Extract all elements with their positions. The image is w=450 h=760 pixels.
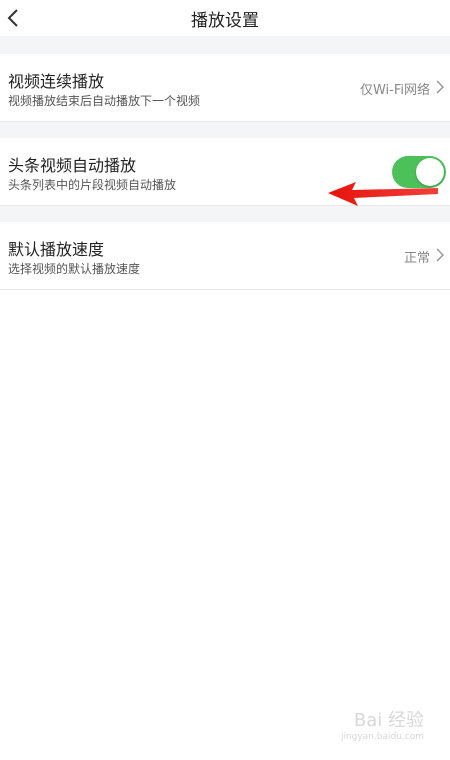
- setting-value: 仅Wi-Fi网络: [359, 83, 430, 98]
- setting-title: 头条视频自动播放: [8, 156, 137, 175]
- setting-subtitle: 头条列表中的片段视频自动播放: [8, 178, 177, 192]
- header-bar: 播放设置: [0, 0, 450, 36]
- watermark-brand: Bai 经验: [353, 710, 424, 731]
- setting-value: 正常: [403, 251, 430, 266]
- watermark-url: jingyan.baidu.com: [340, 732, 424, 742]
- watermark: Bai 经验 jingyan.baidu.com: [341, 706, 424, 742]
- section-divider: [0, 36, 450, 54]
- setting-subtitle: 选择视频的默认播放速度: [8, 262, 141, 276]
- setting-title: 视频连续播放: [8, 72, 105, 91]
- chevron-right-icon: [436, 80, 444, 94]
- section-divider: [0, 206, 450, 222]
- setting-default-speed[interactable]: 默认播放速度 选择视频的默认播放速度 正常: [0, 222, 450, 290]
- red-arrow-icon: [328, 182, 438, 206]
- setting-subtitle: 视频播放结束后自动播放下一个视频: [8, 94, 201, 108]
- section-divider: [0, 122, 450, 138]
- chevron-right-icon: [436, 248, 444, 262]
- page-title: 播放设置: [191, 11, 259, 31]
- setting-title: 默认播放速度: [8, 240, 105, 259]
- setting-continuous-play[interactable]: 视频连续播放 视频播放结束后自动播放下一个视频 仅Wi-Fi网络: [0, 54, 450, 122]
